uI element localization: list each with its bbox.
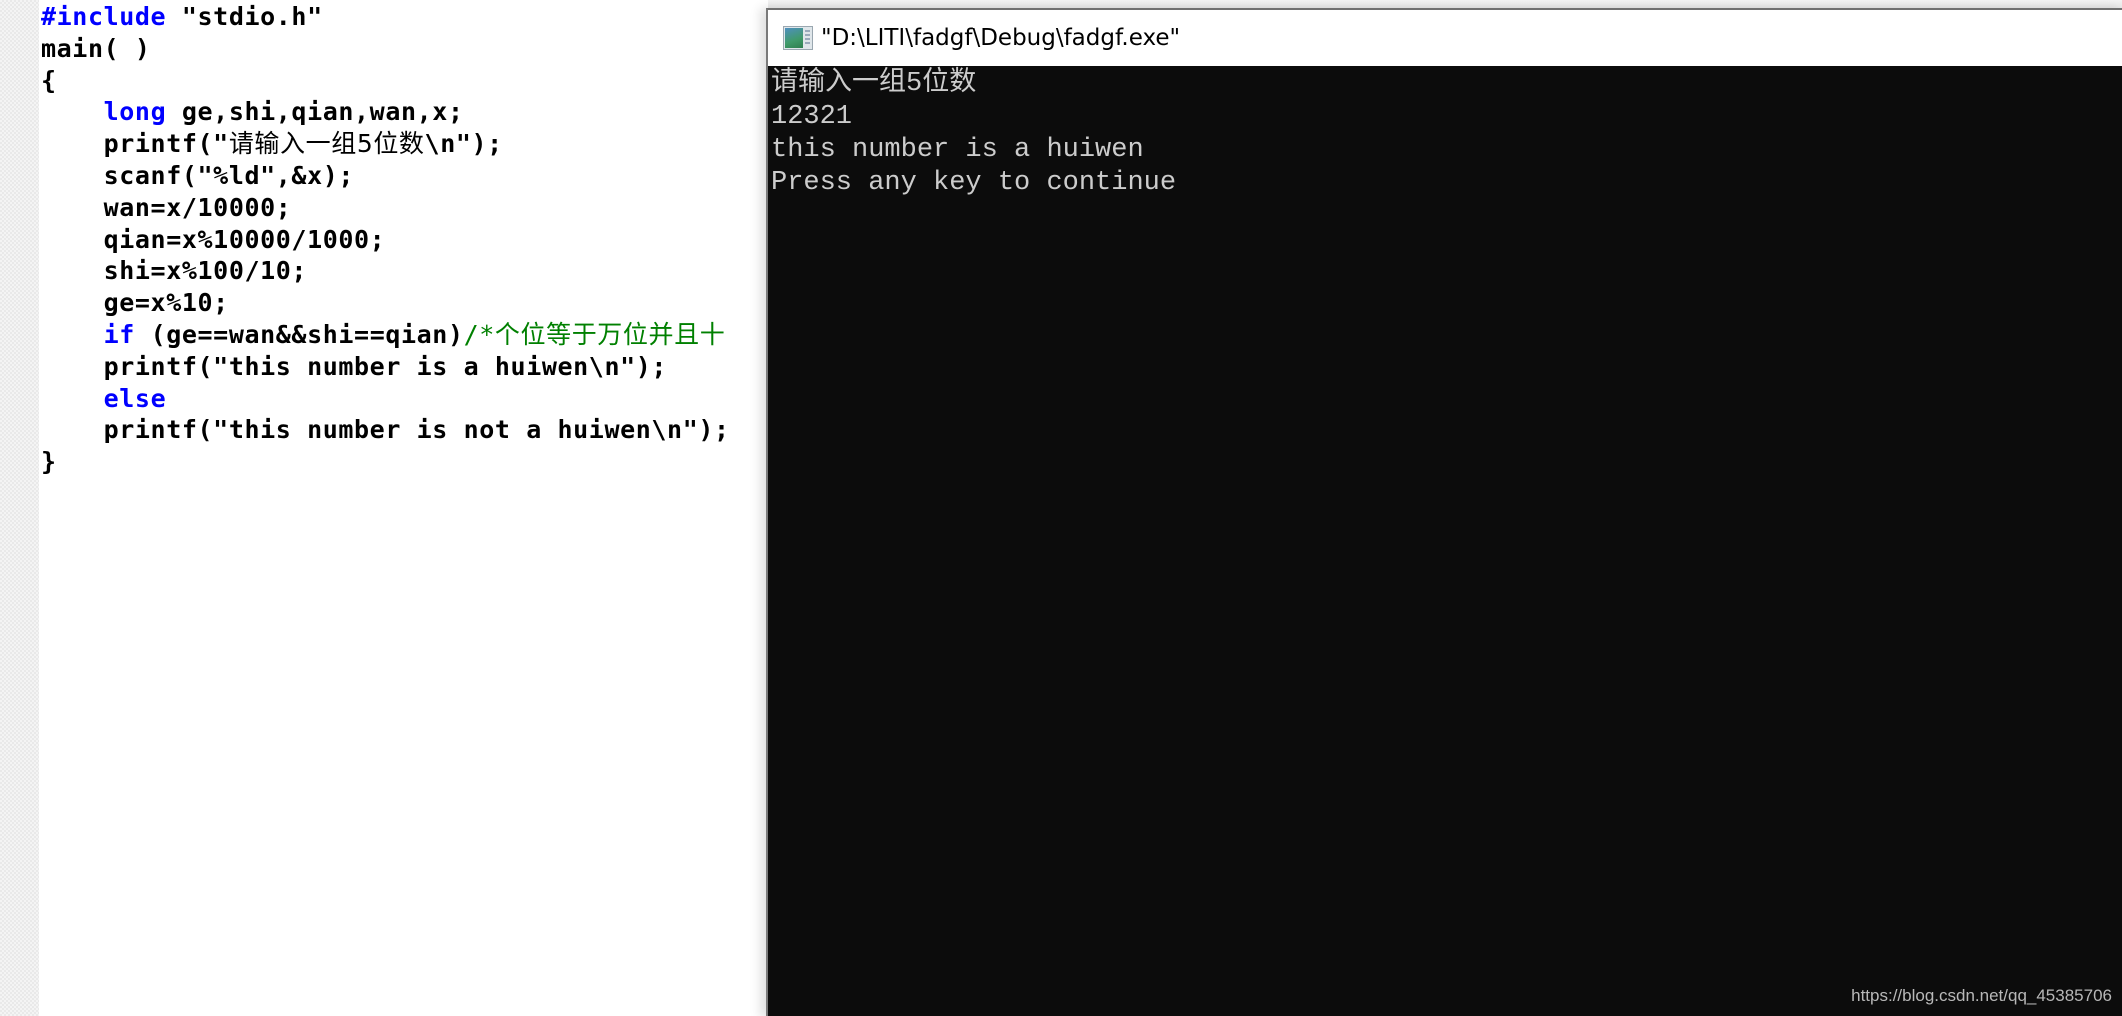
console-line-result: this number is a huiwen bbox=[771, 135, 1144, 165]
code-keyword: else bbox=[103, 383, 167, 413]
code-token: wan=x/10000; bbox=[41, 192, 292, 222]
code-line: #include "stdio.h" bbox=[41, 1, 730, 33]
code-line: printf("this number is a huiwen\n"); bbox=[41, 351, 730, 383]
code-token: "stdio.h" bbox=[166, 2, 323, 31]
code-line: long ge,shi,qian,wan,x; bbox=[41, 96, 730, 128]
watermark: https://blog.csdn.net/qq_45385706 bbox=[1851, 986, 2112, 1005]
code-line: scanf("%ld",&x); bbox=[41, 160, 730, 192]
code-line: main( ) bbox=[41, 33, 730, 65]
code-line: ge=x%10; bbox=[41, 287, 730, 319]
code-keyword: long bbox=[103, 97, 167, 127]
code-token: shi=x%100/10; bbox=[41, 256, 308, 286]
code-string-cjk: 请输入一组5位数 bbox=[228, 129, 425, 159]
code-line: else bbox=[41, 383, 730, 415]
console-output-area[interactable]: 请输入一组5位数 12321 this number is a huiwen Pres… bbox=[768, 66, 2122, 1016]
console-line-continue: Press any key to continue bbox=[771, 168, 1177, 198]
code-token: { bbox=[41, 65, 57, 95]
code-token: printf("this number is not a huiwen\n"); bbox=[41, 415, 730, 445]
code-token: qian=x%10000/1000; bbox=[41, 224, 386, 254]
code-line: shi=x%100/10; bbox=[41, 255, 730, 287]
code-token: ge,shi,qian,wan,x; bbox=[166, 97, 464, 127]
console-output: 请输入一组5位数 12321 this number is a huiwen Pres… bbox=[771, 68, 1176, 200]
console-app-icon-pane bbox=[785, 28, 803, 48]
code-line: printf("this number is not a huiwen\n"); bbox=[41, 414, 730, 446]
console-app-icon[interactable] bbox=[783, 26, 813, 50]
code-token: main( ) bbox=[41, 33, 151, 63]
code-keyword: if bbox=[103, 319, 135, 349]
code-comment: /*个位等于万位并且十 bbox=[463, 319, 726, 349]
console-line-prompt: 请输入一组5位数 bbox=[771, 69, 977, 99]
code-token: \n"); bbox=[424, 129, 503, 159]
console-app-icon-lines bbox=[805, 30, 810, 46]
window-top-edge bbox=[768, 0, 2122, 8]
code-token: printf(" bbox=[41, 129, 229, 159]
code-line: { bbox=[41, 65, 730, 97]
code-line: printf("请输入一组5位数\n"); bbox=[41, 128, 730, 160]
code-token: (ge==wan&&shi==qian) bbox=[134, 319, 464, 349]
console-window-title: "D:\LITI\fadgf\Debug\fadgf.exe" bbox=[821, 25, 1181, 51]
code-token: ge=x%10; bbox=[41, 288, 229, 318]
desktop-screen: #include "stdio.h" main( ){ long ge,shi,q… bbox=[0, 0, 2122, 1016]
console-title-bar[interactable]: "D:\LITI\fadgf\Debug\fadgf.exe" bbox=[768, 10, 2122, 66]
console-line-input: 12321 bbox=[771, 102, 853, 132]
code-line: wan=x/10000; bbox=[41, 192, 730, 224]
code-line: } bbox=[41, 446, 730, 478]
code-line: if (ge==wan&&shi==qian)/*个位等于万位并且十 bbox=[41, 319, 730, 351]
code-token: } bbox=[41, 447, 57, 477]
code-token: printf("this number is a huiwen\n"); bbox=[41, 351, 668, 381]
console-window[interactable]: "D:\LITI\fadgf\Debug\fadgf.exe" 请输入一组5位数… bbox=[766, 8, 2122, 1016]
code-line: qian=x%10000/1000; bbox=[41, 224, 730, 256]
code-text-area[interactable]: #include "stdio.h" main( ){ long ge,shi,q… bbox=[41, 1, 730, 478]
code-token: scanf("%ld",&x); bbox=[41, 160, 355, 190]
code-keyword: #include bbox=[41, 2, 167, 31]
editor-gutter bbox=[0, 0, 39, 1016]
